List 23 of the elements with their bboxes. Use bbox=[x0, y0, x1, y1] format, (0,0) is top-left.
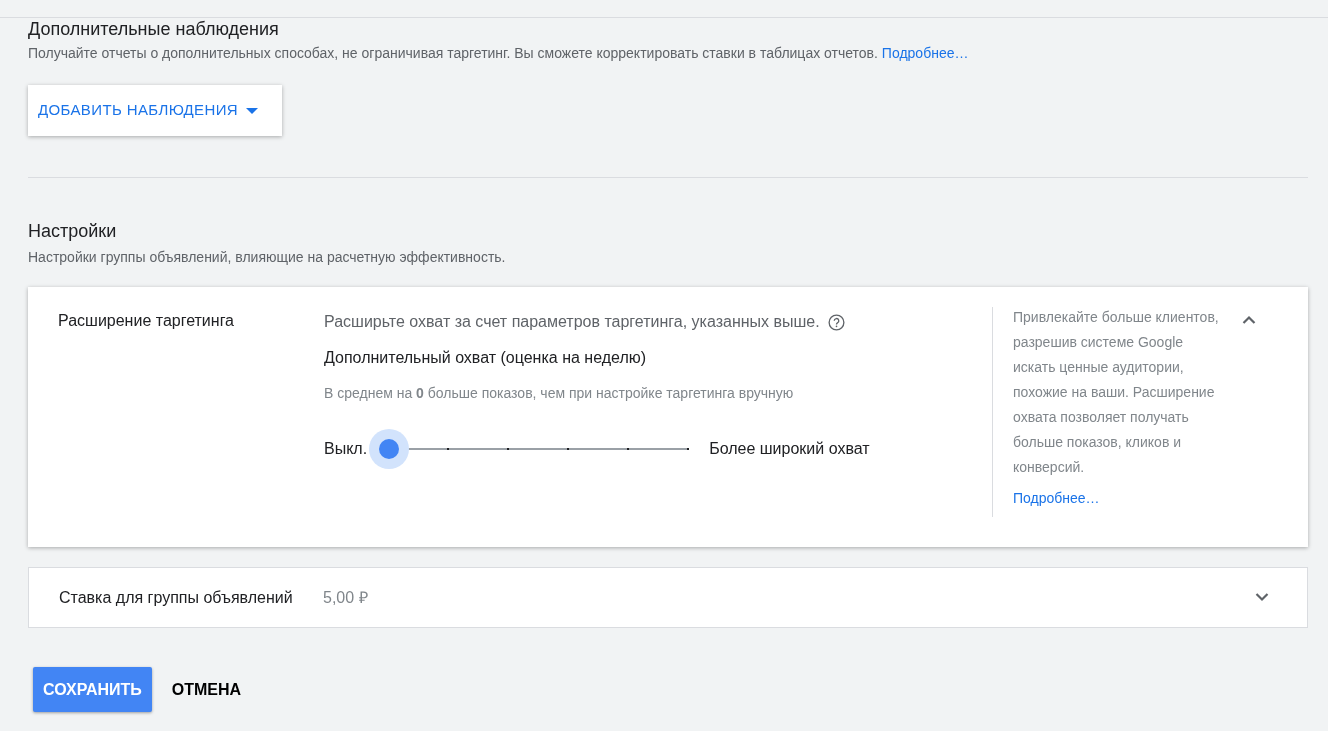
section-description: Получайте отчеты о дополнительных способах, не ограничивая таргетинг. Вы сможете корректировать ставки в таблицах отчетов. bbox=[28, 45, 879, 61]
section-description: Настройки группы объявлений, влияющие на расчетную эффективность. bbox=[28, 248, 507, 266]
save-button[interactable]: СОХРАНИТЬ bbox=[33, 667, 152, 712]
slider-max-label: Более широкий охват bbox=[709, 439, 870, 459]
settings-row[interactable]: Ставка для группы объявлений 5,00 ₽ bbox=[28, 567, 1308, 628]
learn-more-link[interactable]: Подробнее… bbox=[1013, 488, 1227, 509]
setting-value: 5,00 ₽ bbox=[323, 587, 369, 608]
section-title: Дополнительные наблюдения bbox=[28, 18, 280, 40]
learn-more-link[interactable]: Подробнее… bbox=[881, 45, 969, 61]
setting-label: Расширение таргетинга bbox=[57, 311, 235, 331]
section-title: Настройки bbox=[28, 220, 118, 242]
slider-min-label: Выкл. bbox=[324, 439, 368, 459]
help-text: Привлекайте больше клиентов, разрешив системе Google искать ценные аудитории, похожие на ваши. Расширение охвата позволяет получать больше показов, кликов и конверсий. bbox=[1013, 308, 1220, 477]
help-icon[interactable] bbox=[827, 313, 845, 331]
expand-chevron-icon[interactable] bbox=[1255, 593, 1269, 602]
setting-intro: Расширьте охват за счет параметров таргетинга, указанных выше. bbox=[324, 312, 820, 332]
add-observations-button[interactable]: ДОБАВИТЬ НАБЛЮДЕНИЯ bbox=[28, 85, 282, 136]
reach-estimate: В среднем на 0 больше показов, чем при настройке таргетинга вручную bbox=[324, 384, 795, 403]
reach-subtitle: Дополнительный охват (оценка на неделю) bbox=[324, 348, 648, 368]
dropdown-caret-icon bbox=[246, 107, 259, 114]
cancel-button[interactable]: ОТМЕНА bbox=[171, 667, 242, 712]
collapse-chevron-icon[interactable] bbox=[1242, 315, 1256, 324]
setting-label: Ставка для группы объявлений bbox=[58, 587, 294, 608]
